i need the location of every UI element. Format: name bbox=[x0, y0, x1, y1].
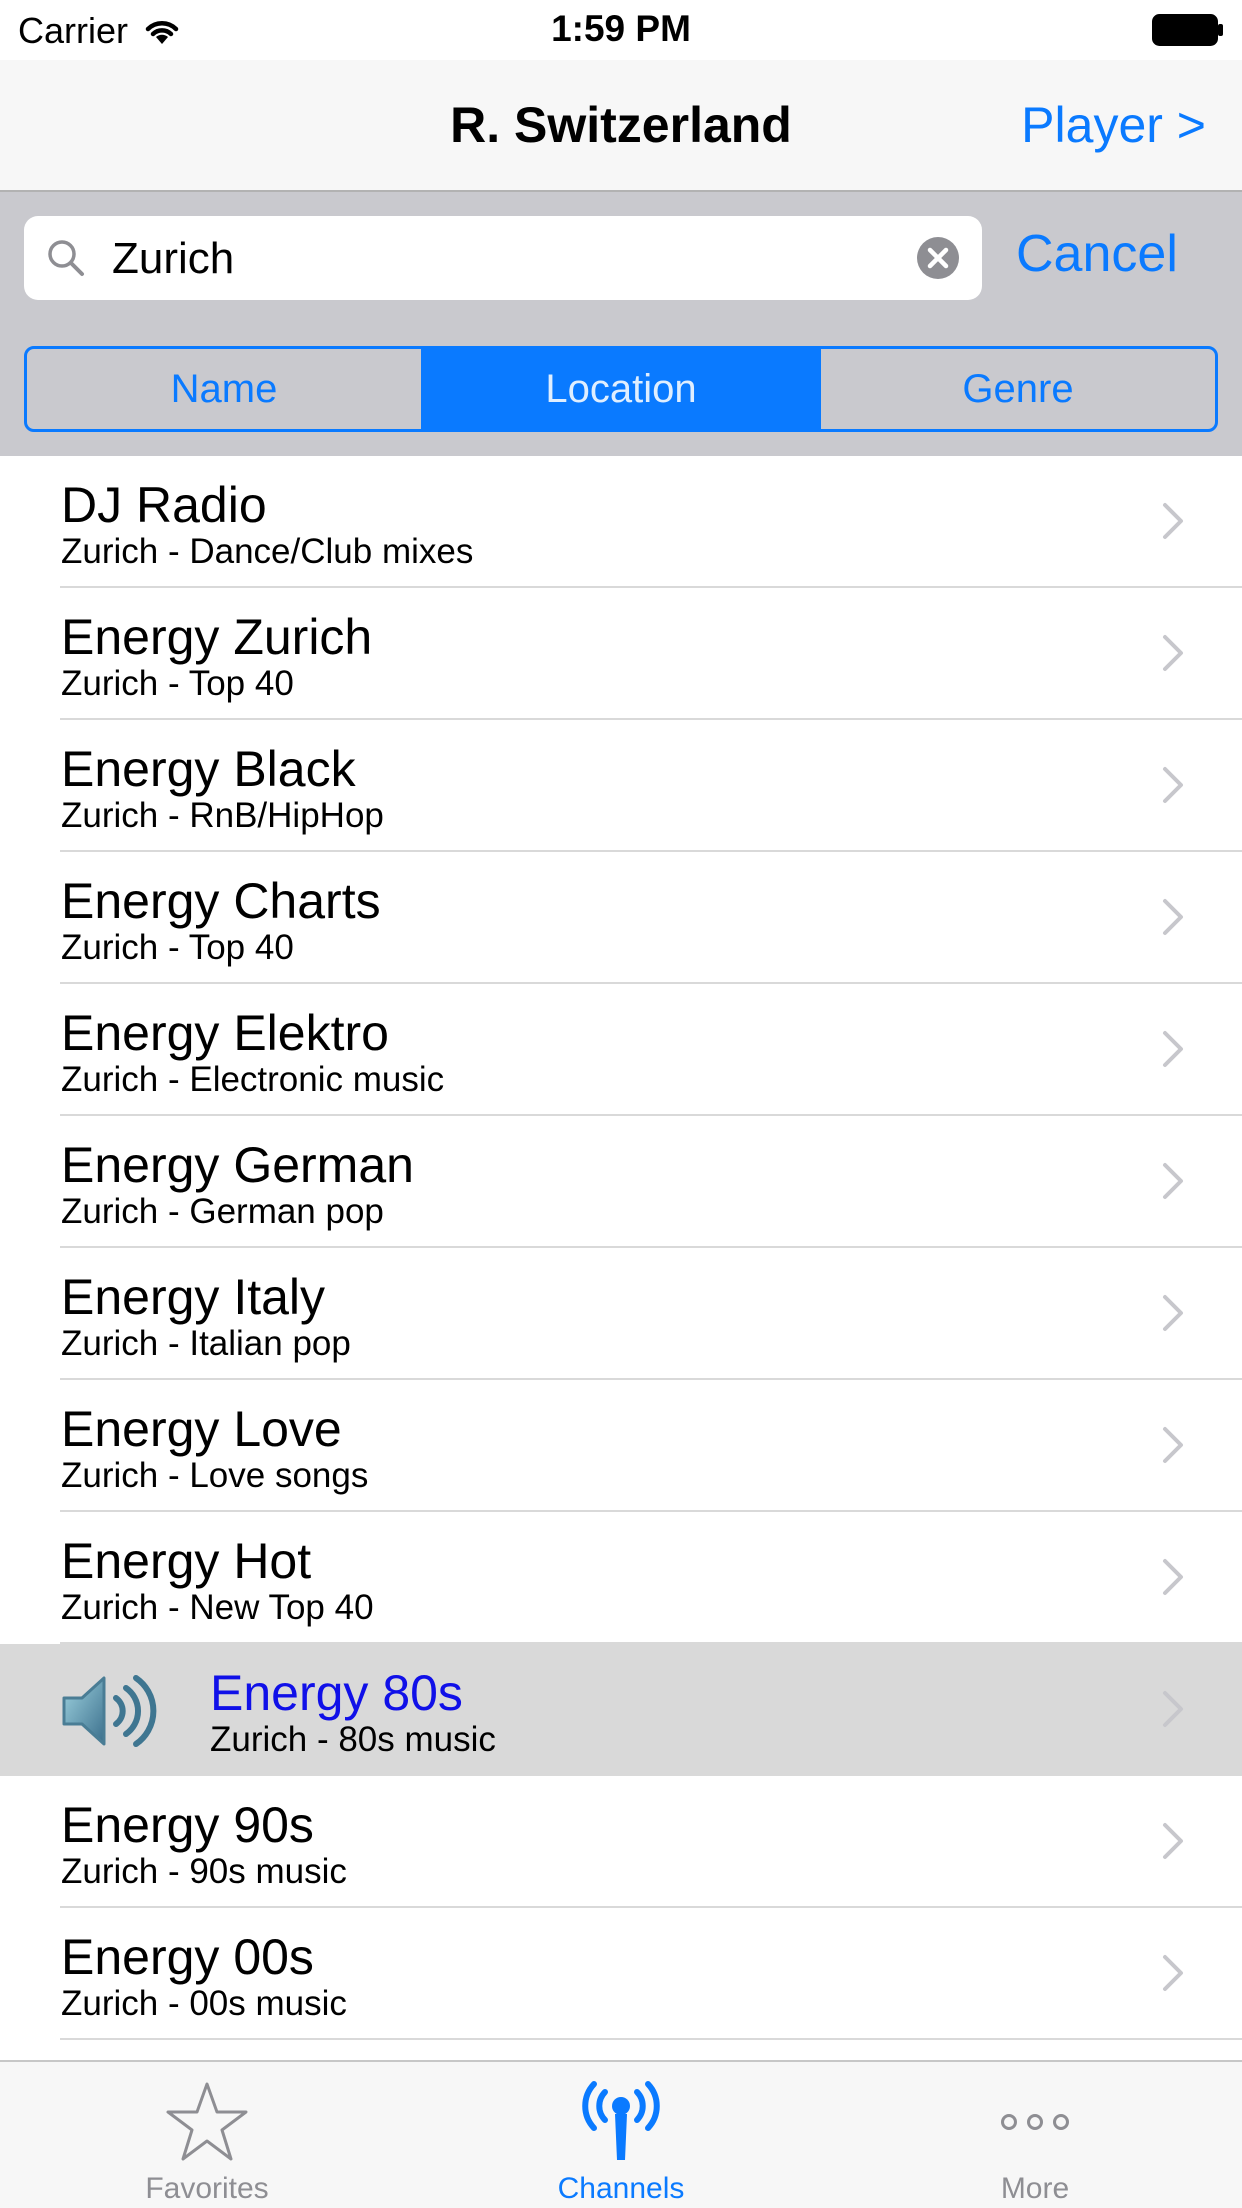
row-divider bbox=[60, 2038, 1242, 2040]
player-button[interactable]: Player > bbox=[1021, 96, 1206, 154]
status-time: 1:59 PM bbox=[551, 8, 691, 49]
station-list: DJ Radio Zurich - Dance/Club mixes Energ… bbox=[0, 456, 1242, 2040]
tab-bar: Favorites Channels More bbox=[0, 2060, 1242, 2208]
scope-genre[interactable]: Genre bbox=[818, 349, 1215, 429]
station-details: Zurich - German pop bbox=[61, 1192, 384, 1231]
chevron-right-icon bbox=[1163, 767, 1183, 803]
search-area: Zurich Cancel Name Location Genre bbox=[0, 192, 1242, 456]
chevron-right-icon bbox=[1163, 1823, 1183, 1859]
station-details: Zurich - New Top 40 bbox=[61, 1588, 374, 1627]
speaker-icon bbox=[62, 1675, 157, 1747]
station-details: Zurich - Electronic music bbox=[61, 1060, 445, 1099]
antenna-icon bbox=[582, 2081, 660, 2160]
list-item[interactable]: Energy Love Zurich - Love songs bbox=[0, 1380, 1242, 1512]
chevron-right-icon bbox=[1163, 1295, 1183, 1331]
station-name: Energy 80s bbox=[210, 1665, 463, 1721]
chevron-right-icon bbox=[1163, 1163, 1183, 1199]
status-bar: Carrier 1:59 PM bbox=[0, 0, 1242, 60]
battery-icon bbox=[1152, 14, 1223, 46]
station-name: Energy Elektro bbox=[61, 1005, 389, 1061]
list-item[interactable]: Energy Italy Zurich - Italian pop bbox=[0, 1248, 1242, 1380]
station-details: Zurich - Top 40 bbox=[61, 928, 294, 967]
tab-favorites[interactable]: Favorites bbox=[0, 2062, 414, 2208]
station-details: Zurich - 80s music bbox=[210, 1720, 496, 1759]
chevron-right-icon bbox=[1163, 1955, 1183, 1991]
station-name: DJ Radio bbox=[61, 477, 267, 533]
navigation-bar: R. Switzerland Player > bbox=[0, 60, 1242, 192]
station-name: Energy Italy bbox=[61, 1269, 326, 1325]
station-name: Energy Hot bbox=[61, 1533, 312, 1589]
station-details: Zurich - Love songs bbox=[61, 1456, 369, 1495]
search-scope-control: Name Location Genre bbox=[24, 346, 1218, 432]
clear-search-icon[interactable] bbox=[916, 236, 960, 280]
more-icon bbox=[1001, 2114, 1069, 2130]
chevron-right-icon bbox=[1163, 635, 1183, 671]
scope-name[interactable]: Name bbox=[27, 349, 421, 429]
chevron-right-icon bbox=[1163, 1691, 1183, 1727]
station-name: Energy 90s bbox=[61, 1797, 314, 1853]
list-item[interactable]: Energy Zurich Zurich - Top 40 bbox=[0, 588, 1242, 720]
chevron-right-icon bbox=[1163, 503, 1183, 539]
station-details: Zurich - 00s music bbox=[61, 1984, 347, 2023]
station-details: Zurich - RnB/HipHop bbox=[61, 796, 384, 835]
list-item[interactable]: Energy German Zurich - German pop bbox=[0, 1116, 1242, 1248]
station-details: Zurich - Dance/Club mixes bbox=[61, 532, 474, 571]
station-details: Zurich - Top 40 bbox=[61, 664, 294, 703]
station-name: Energy Zurich bbox=[61, 609, 373, 665]
chevron-right-icon bbox=[1163, 899, 1183, 935]
chevron-right-icon bbox=[1163, 1031, 1183, 1067]
station-details: Zurich - 90s music bbox=[61, 1852, 347, 1891]
tab-more[interactable]: More bbox=[828, 2062, 1242, 2208]
search-icon bbox=[48, 240, 84, 276]
cancel-button[interactable]: Cancel bbox=[1016, 224, 1178, 284]
star-icon bbox=[166, 2082, 248, 2161]
station-name: Energy Black bbox=[61, 741, 356, 797]
tab-label: Favorites bbox=[145, 2172, 269, 2205]
scope-location[interactable]: Location bbox=[421, 349, 818, 429]
tab-label: More bbox=[1000, 2172, 1070, 2205]
tab-channels[interactable]: Channels bbox=[414, 2062, 828, 2208]
search-input[interactable]: Zurich bbox=[24, 216, 982, 300]
list-item[interactable]: Energy Black Zurich - RnB/HipHop bbox=[0, 720, 1242, 852]
station-name: Energy 00s bbox=[61, 1929, 314, 1985]
list-item-now-playing[interactable]: Energy 80s Zurich - 80s music bbox=[0, 1644, 1242, 1776]
station-details: Zurich - Italian pop bbox=[61, 1324, 351, 1363]
station-name: Energy German bbox=[61, 1137, 414, 1193]
list-item[interactable]: Energy Hot Zurich - New Top 40 bbox=[0, 1512, 1242, 1644]
list-item[interactable]: Energy Charts Zurich - Top 40 bbox=[0, 852, 1242, 984]
tab-label: Channels bbox=[557, 2172, 685, 2205]
list-item[interactable]: Energy 90s Zurich - 90s music bbox=[0, 1776, 1242, 1908]
chevron-right-icon bbox=[1163, 1559, 1183, 1595]
list-item[interactable]: Energy 00s Zurich - 00s music bbox=[0, 1908, 1242, 2040]
list-item[interactable]: DJ Radio Zurich - Dance/Club mixes bbox=[0, 456, 1242, 588]
chevron-right-icon bbox=[1163, 1427, 1183, 1463]
search-query: Zurich bbox=[112, 234, 235, 283]
list-item[interactable]: Energy Elektro Zurich - Electronic music bbox=[0, 984, 1242, 1116]
station-name: Energy Love bbox=[61, 1401, 342, 1457]
station-name: Energy Charts bbox=[61, 873, 381, 929]
